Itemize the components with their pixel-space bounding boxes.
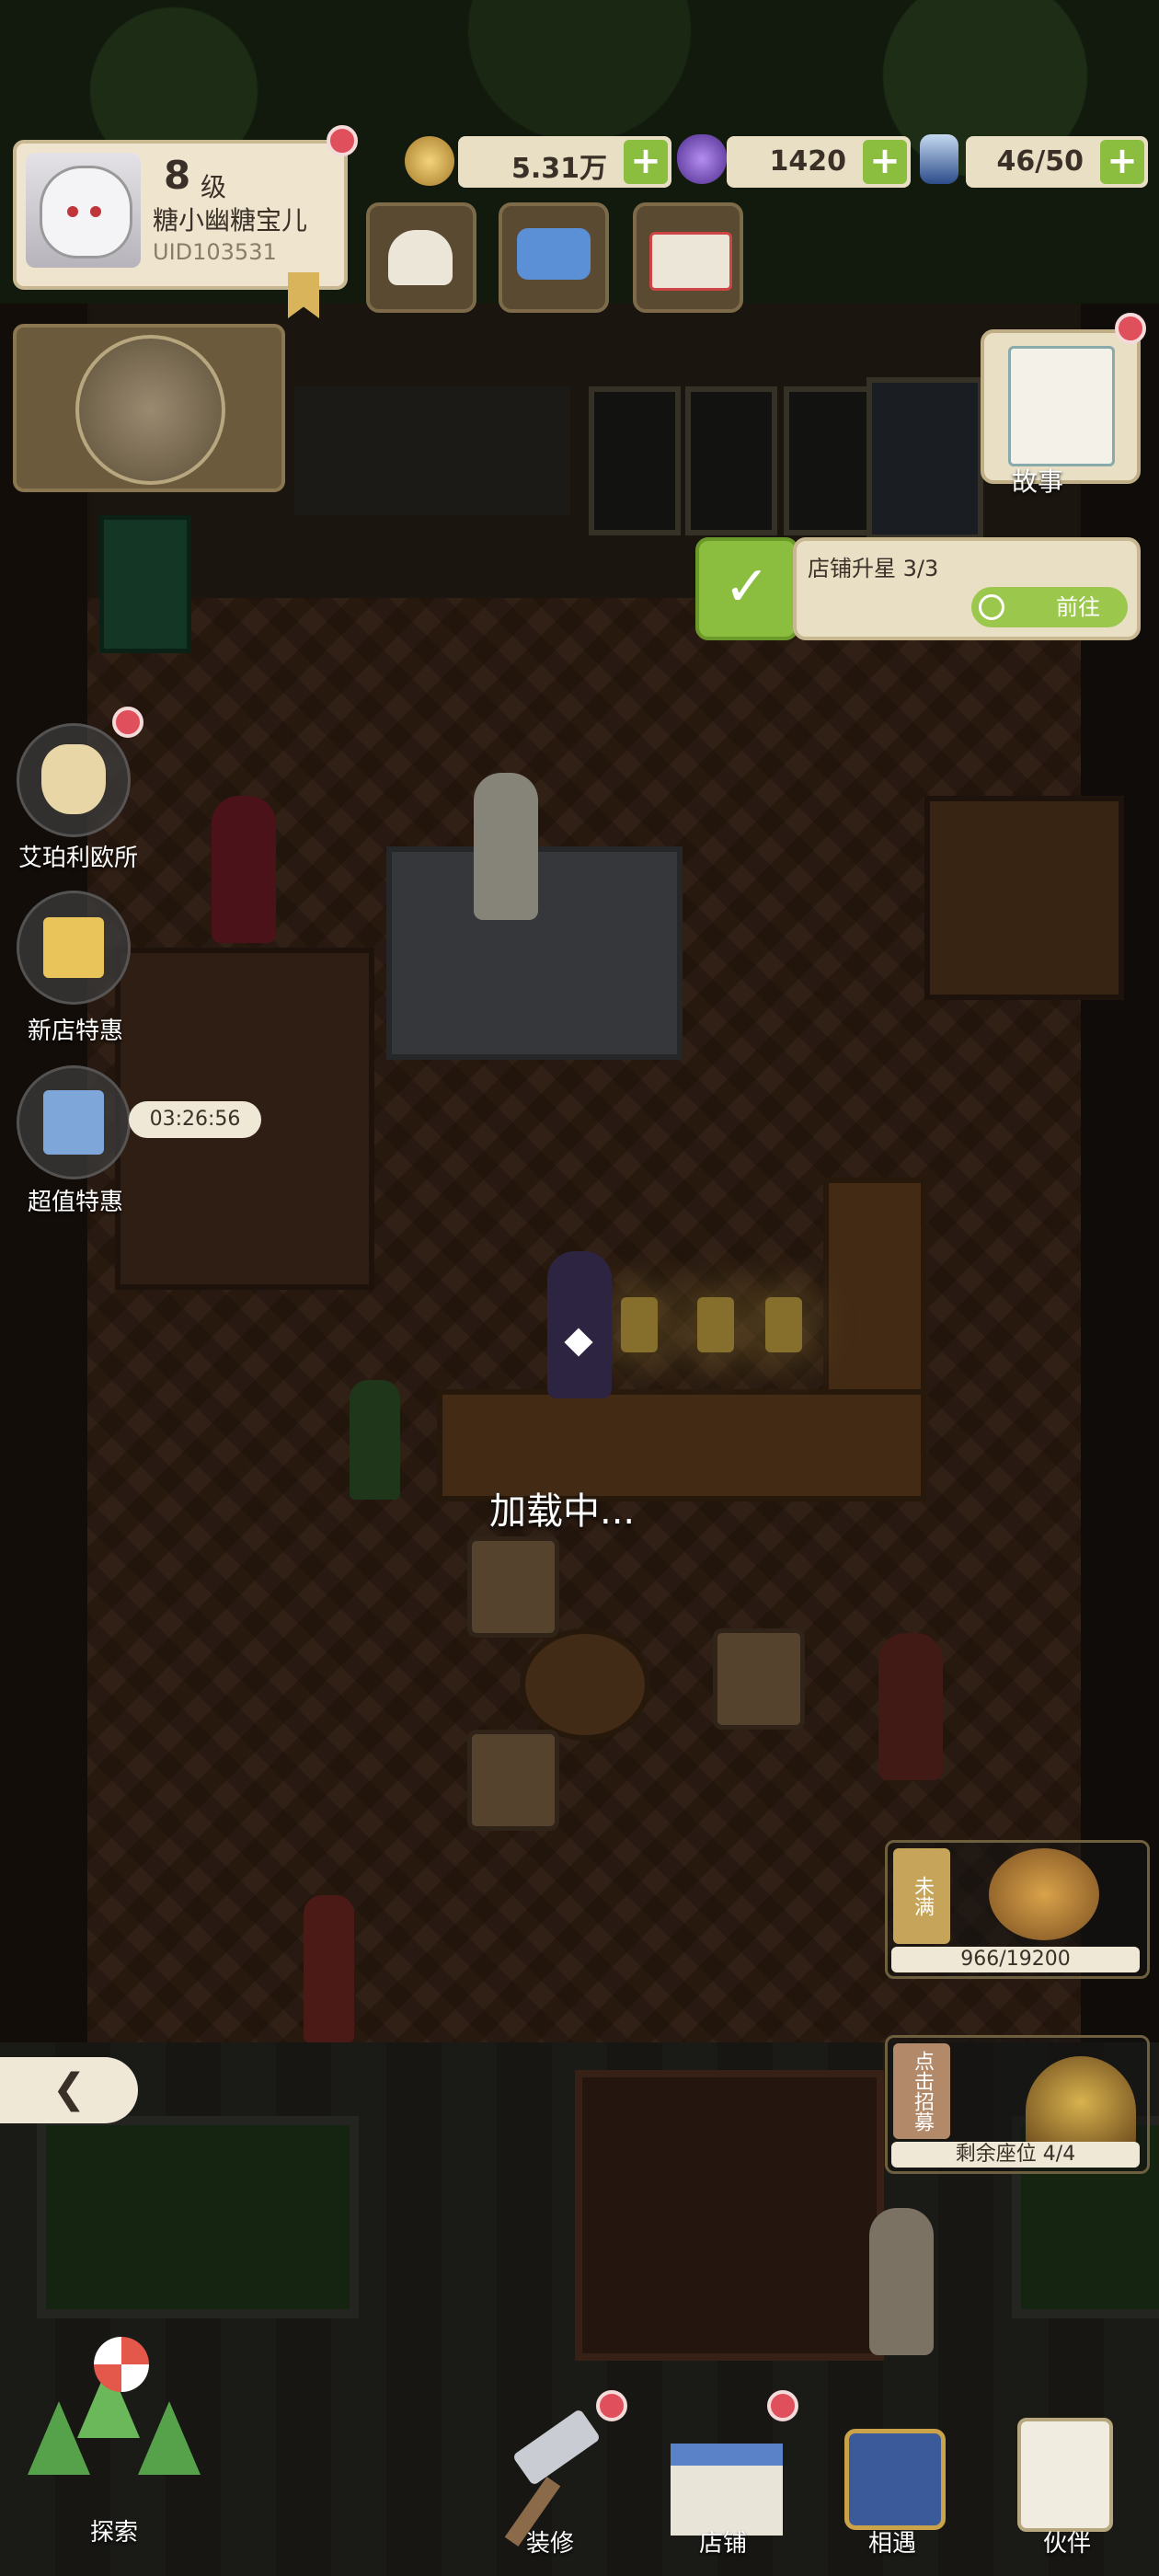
meet-book-icon — [844, 2429, 946, 2530]
notification-dot — [767, 2390, 798, 2421]
income-progress-text: 966/19200 — [960, 1948, 1071, 1971]
gem-counter: 1420 + — [727, 136, 911, 188]
story-label: 故事 — [1012, 466, 1064, 497]
income-progress: 966/19200 — [891, 1947, 1140, 1972]
level-unit: 级 — [201, 172, 227, 202]
cats-icon — [388, 230, 453, 285]
loading-text: 加载中... — [489, 1490, 636, 1533]
avatar — [26, 153, 141, 268]
avatar-hair — [40, 166, 132, 259]
seats-bar: 剩余座位 4/4 — [891, 2142, 1140, 2168]
shop-label: 店铺 — [698, 2530, 747, 2558]
mail-icon — [649, 232, 732, 291]
gold-coin-icon — [405, 136, 454, 186]
hammer-icon — [511, 2408, 602, 2487]
coin-pot-icon — [989, 1848, 1099, 1940]
pinwheel-icon — [94, 2337, 149, 2392]
purple-egg-icon — [677, 134, 727, 184]
story-button[interactable] — [981, 329, 1141, 484]
player-profile-card[interactable]: 8 级 糖小幽糖宝儿 UID103531 — [13, 140, 348, 318]
aipaliou-button[interactable] — [17, 723, 131, 837]
avatar-eye — [90, 206, 101, 217]
super-deal-button[interactable] — [17, 1065, 131, 1179]
wheat-emblem-icon — [75, 335, 225, 485]
income-status-tag: 未满 — [893, 1848, 950, 1944]
quest-title: 店铺升星 3/3 — [808, 556, 939, 581]
gift-box-icon — [43, 1090, 104, 1155]
energy-value: 46/50 — [996, 145, 1084, 178]
energy-counter: 46/50 + — [966, 136, 1148, 188]
recruit-card[interactable]: 点击招募 剩余座位 4/4 — [885, 2035, 1150, 2174]
gem-value: 1420 — [769, 145, 847, 178]
shop-icon — [671, 2444, 783, 2536]
new-shop-deal-button[interactable] — [17, 891, 131, 1005]
income-card[interactable]: 未满 966/19200 — [885, 1840, 1150, 1979]
partner-label: 伙伴 — [1042, 2530, 1091, 2558]
avatar-eye — [67, 206, 78, 217]
level-number: 8 — [164, 153, 191, 198]
owl-icon — [41, 744, 106, 814]
chat-button[interactable] — [499, 202, 609, 313]
tree-icon — [138, 2401, 201, 2475]
harvest-panel[interactable] — [13, 324, 285, 492]
gift-box-icon — [43, 917, 104, 978]
deal-timer: 03:26:56 — [129, 1101, 261, 1138]
notification-dot — [1115, 313, 1146, 344]
decorate-label: 装修 — [525, 2530, 574, 2558]
gold-counter: 5.31万 + — [458, 136, 671, 188]
check-circle-icon — [979, 594, 1004, 620]
mail-button[interactable] — [633, 202, 743, 313]
gold-add-button[interactable]: + — [624, 140, 668, 184]
gold-value: 5.31万 — [511, 153, 607, 185]
cat-card-icon — [1017, 2418, 1113, 2532]
gem-add-button[interactable]: + — [863, 140, 907, 184]
explore-button[interactable] — [28, 2318, 212, 2493]
recruit-tag: 点击招募 — [893, 2043, 950, 2139]
chevron-left-icon: ❮ — [52, 2065, 86, 2112]
quest-panel: 店铺升星 3/3 前往 — [793, 537, 1141, 640]
chat-icon — [517, 228, 591, 280]
story-book-icon — [1008, 346, 1115, 466]
new-shop-deal-label: 新店特惠 — [28, 1018, 124, 1045]
cats-button[interactable] — [366, 202, 476, 313]
notification-dot — [327, 125, 358, 156]
player-name: 糖小幽糖宝儿 — [153, 205, 308, 236]
seats-text: 剩余座位 4/4 — [955, 2143, 1076, 2166]
quest-go-button[interactable]: 前往 — [971, 587, 1128, 627]
service-bell-icon — [1026, 2056, 1136, 2148]
check-icon: ✓ — [695, 537, 798, 640]
notification-dot — [112, 707, 143, 738]
notification-dot — [596, 2390, 627, 2421]
meet-label: 相遇 — [867, 2530, 916, 2558]
super-deal-label: 超值特惠 — [28, 1189, 124, 1216]
aipaliou-label: 艾珀利欧所 — [18, 845, 139, 872]
quest-go-label: 前往 — [1056, 594, 1100, 620]
player-uid: UID103531 — [153, 239, 277, 265]
energy-add-button[interactable]: + — [1100, 140, 1144, 184]
explore-label: 探索 — [89, 2519, 138, 2547]
bottle-icon — [920, 134, 958, 184]
collapse-tab-button[interactable]: ❮ — [0, 2057, 138, 2123]
